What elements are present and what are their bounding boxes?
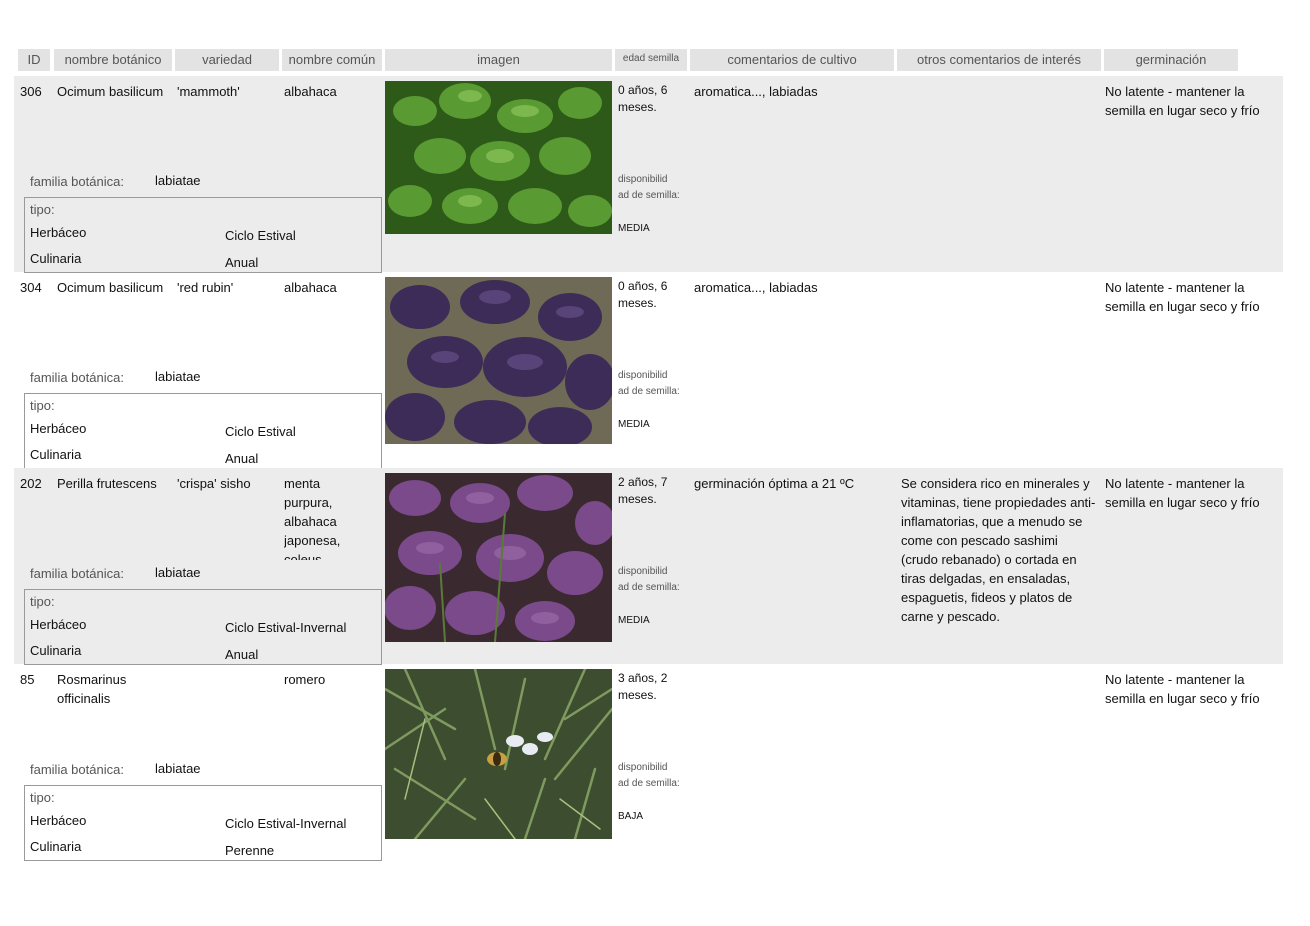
row-botanical-name: Ocimum basilicum <box>57 84 164 99</box>
type-label: tipo: <box>30 202 55 217</box>
row-duration: Anual <box>225 451 259 466</box>
family-label: familia botánica: <box>30 370 124 385</box>
header-seed-age: edad semilla <box>615 49 687 71</box>
row-other: Se considera rico en minerales y vitamin… <box>901 476 1096 624</box>
perilla-purple-image <box>385 473 612 642</box>
row-availability: BAJA <box>618 811 644 822</box>
availability-label: disponibilid ad de semilla: <box>618 370 680 397</box>
table-row: 85 Rosmarinus officinalis romero familia… <box>14 664 1283 861</box>
row-germination: No latente - mantener la semilla en luga… <box>1105 476 1260 510</box>
type-label: tipo: <box>30 594 55 609</box>
row-seed-age: 3 años, 2 meses. <box>618 671 668 702</box>
type-label: tipo: <box>30 398 55 413</box>
family-label: familia botánica: <box>30 762 124 777</box>
row-variety: 'mammoth' <box>177 84 240 99</box>
type-box: tipo: Herbáceo Culinaria Ciclo Estival A… <box>24 197 382 273</box>
row-type-2: Culinaria <box>30 251 82 266</box>
row-id: 306 <box>20 84 42 99</box>
availability-label: disponibilid ad de semilla: <box>618 762 680 789</box>
row-common-name: menta purpura, albahaca japonesa, coleus <box>284 476 341 560</box>
header-cultivation-comments: comentarios de cultivo <box>690 49 894 71</box>
basil-green-image <box>385 81 612 234</box>
row-cycle: Ciclo Estival <box>225 424 296 439</box>
row-duration: Perenne <box>225 843 275 858</box>
rosemary-image <box>385 669 612 839</box>
row-botanical-name: Rosmarinus officinalis <box>57 672 127 706</box>
row-botanical-name: Perilla frutescens <box>57 476 157 491</box>
row-type-1: Herbáceo <box>30 421 87 436</box>
availability-label: disponibilid ad de semilla: <box>618 566 680 593</box>
row-availability: MEDIA <box>618 419 650 430</box>
row-type-2: Culinaria <box>30 643 82 658</box>
plant-photo <box>385 277 612 444</box>
row-availability: MEDIA <box>618 223 650 234</box>
row-duration: Anual <box>225 647 259 662</box>
row-type-2: Culinaria <box>30 447 82 462</box>
row-family: labiatae <box>155 565 201 580</box>
row-cultivation: aromatica..., labiadas <box>694 84 818 99</box>
row-cycle: Ciclo Estival-Invernal <box>225 620 347 635</box>
availability-label: disponibilid ad de semilla: <box>618 174 680 201</box>
row-germination: No latente - mantener la semilla en luga… <box>1105 672 1260 706</box>
row-family: labiatae <box>155 761 201 776</box>
row-cultivation: aromatica..., labiadas <box>694 280 818 295</box>
plant-photo <box>385 669 612 839</box>
row-type-1: Herbáceo <box>30 617 87 632</box>
type-box: tipo: Herbáceo Culinaria Ciclo Estival-I… <box>24 785 382 861</box>
row-common-name: romero <box>284 672 326 687</box>
row-id: 85 <box>20 672 35 687</box>
header-other-comments: otros comentarios de interés <box>897 49 1101 71</box>
row-cultivation: germinación óptima a 21 ºC <box>694 476 855 491</box>
row-variety: 'red rubin' <box>177 280 234 295</box>
row-cycle: Ciclo Estival <box>225 228 296 243</box>
type-box: tipo: Herbáceo Culinaria Ciclo Estival-I… <box>24 589 382 665</box>
type-label: tipo: <box>30 790 55 805</box>
table-row: 202 Perilla frutescens 'crispa' sisho me… <box>14 468 1283 665</box>
header-germination: germinación <box>1104 49 1238 71</box>
basil-purple-image <box>385 277 612 444</box>
row-variety: 'crispa' sisho <box>177 476 251 491</box>
row-common-name: albahaca <box>284 280 337 295</box>
table-row: 306 Ocimum basilicum 'mammoth' albahaca … <box>14 76 1283 273</box>
row-family: labiatae <box>155 369 201 384</box>
header-id: ID <box>18 49 50 71</box>
header-botanical-name: nombre botánico <box>54 49 172 71</box>
row-type-1: Herbáceo <box>30 225 87 240</box>
row-germination: No latente - mantener la semilla en luga… <box>1105 280 1260 314</box>
row-type-1: Herbáceo <box>30 813 87 828</box>
row-id: 202 <box>20 476 42 491</box>
family-label: familia botánica: <box>30 566 124 581</box>
row-family: labiatae <box>155 173 201 188</box>
type-box: tipo: Herbáceo Culinaria Ciclo Estival A… <box>24 393 382 469</box>
family-label: familia botánica: <box>30 174 124 189</box>
header-variety: variedad <box>175 49 279 71</box>
row-botanical-name: Ocimum basilicum <box>57 280 164 295</box>
row-cycle: Ciclo Estival-Invernal <box>225 816 347 831</box>
row-type-2: Culinaria <box>30 839 82 854</box>
row-seed-age: 0 años, 6 meses. <box>618 279 668 310</box>
row-id: 304 <box>20 280 42 295</box>
header-image: imagen <box>385 49 612 71</box>
table-row: 304 Ocimum basilicum 'red rubin' albahac… <box>14 272 1283 469</box>
row-seed-age: 2 años, 7 meses. <box>618 475 668 506</box>
row-availability: MEDIA <box>618 615 650 626</box>
header-common-name: nombre común <box>282 49 382 71</box>
plant-photo <box>385 473 612 642</box>
plant-photo <box>385 81 612 234</box>
row-common-name: albahaca <box>284 84 337 99</box>
row-germination: No latente - mantener la semilla en luga… <box>1105 84 1260 118</box>
row-duration: Anual <box>225 255 259 270</box>
row-seed-age: 0 años, 6 meses. <box>618 83 668 114</box>
